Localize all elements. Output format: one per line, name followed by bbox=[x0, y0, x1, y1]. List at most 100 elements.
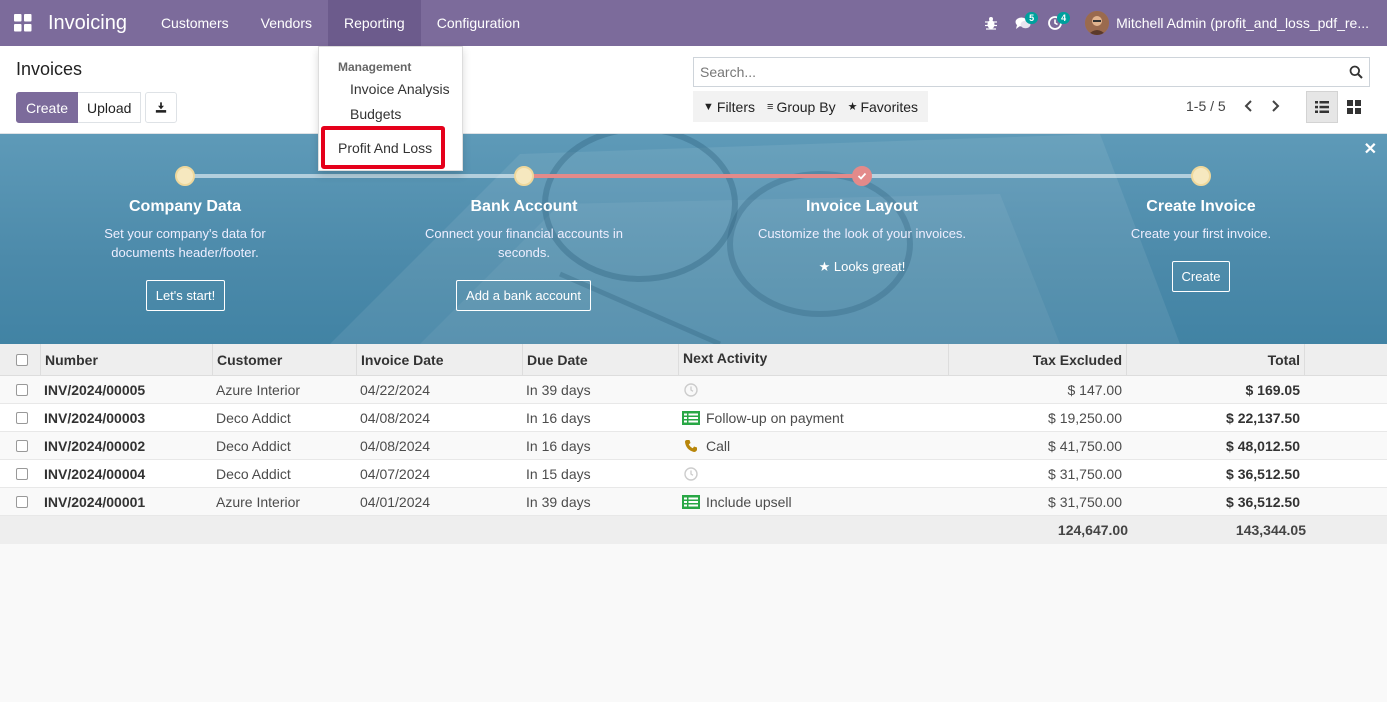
bars-icon: ≡ bbox=[767, 100, 774, 113]
invoice-number[interactable]: INV/2024/00002 bbox=[40, 438, 212, 454]
column-header-next-activity[interactable]: Next Activity bbox=[678, 343, 948, 376]
download-button[interactable] bbox=[145, 92, 178, 123]
table-row[interactable]: INV/2024/00003 Deco Addict 04/08/2024 In 16… bbox=[0, 404, 1387, 432]
total-amount: $ 169.05 bbox=[1245, 381, 1301, 398]
invoice-number[interactable]: INV/2024/00004 bbox=[40, 466, 212, 482]
invoice-date: 04/22/2024 bbox=[360, 381, 431, 398]
search-input[interactable] bbox=[700, 64, 1330, 80]
next-activity[interactable] bbox=[678, 382, 948, 397]
column-header-invoice-date[interactable]: Invoice Date bbox=[356, 343, 522, 376]
table-row[interactable]: INV/2024/00001 Azure Interior 04/01/2024 In… bbox=[0, 488, 1387, 516]
phone-icon[interactable] bbox=[682, 439, 700, 453]
invoice-table: Number Customer Invoice Date Due Date Ne… bbox=[0, 343, 1387, 544]
step-create-invoice: Create Invoice Create your first invoice… bbox=[1081, 198, 1321, 243]
pager-next-button[interactable] bbox=[1262, 93, 1288, 119]
total-amount: $ 36,512.50 bbox=[1226, 465, 1300, 482]
column-header-number[interactable]: Number bbox=[40, 343, 212, 376]
due-date: In 16 days bbox=[526, 409, 591, 426]
column-header-due-date[interactable]: Due Date bbox=[522, 343, 678, 376]
table-body: INV/2024/00005 Azure Interior 04/22/2024 In… bbox=[0, 376, 1387, 516]
nav-vendors[interactable]: Vendors bbox=[245, 0, 328, 46]
lets-start-button[interactable]: Let's start! bbox=[146, 280, 225, 311]
step-title: Create Invoice bbox=[1146, 198, 1256, 215]
control-panel: Invoices Create Upload ▼Filters ≡Group B… bbox=[0, 46, 1387, 134]
select-all-checkbox[interactable] bbox=[0, 353, 40, 366]
nav-configuration[interactable]: Configuration bbox=[421, 0, 536, 46]
debug-bug-icon[interactable] bbox=[975, 0, 1007, 46]
column-header-tax-excluded[interactable]: Tax Excluded bbox=[948, 343, 1126, 376]
apps-menu-icon[interactable] bbox=[0, 0, 46, 46]
step-dot-invoice-layout bbox=[852, 166, 872, 186]
table-row[interactable]: INV/2024/00004 Deco Addict 04/07/2024 In 15… bbox=[0, 460, 1387, 488]
total-tax-excluded: 124,647.00 bbox=[1057, 522, 1128, 538]
step-invoice-layout: Invoice Layout Customize the look of you… bbox=[742, 198, 982, 275]
kanban-view-button[interactable] bbox=[1338, 91, 1370, 123]
view-switcher bbox=[1306, 91, 1370, 123]
checkmark-icon bbox=[857, 172, 867, 180]
due-date: In 39 days bbox=[526, 381, 591, 398]
row-checkbox[interactable] bbox=[0, 467, 40, 480]
column-header-customer[interactable]: Customer bbox=[212, 343, 356, 376]
pager-arrows bbox=[1236, 93, 1288, 119]
upload-button[interactable]: Upload bbox=[78, 92, 142, 123]
search-options: ▼ Filters ≡ Group By ★ Favorites bbox=[693, 91, 929, 122]
nav-reporting[interactable]: Reporting bbox=[328, 0, 421, 46]
messages-icon[interactable]: 5 bbox=[1007, 0, 1039, 46]
invoice-date: 04/08/2024 bbox=[360, 437, 431, 454]
step-dot-company-data bbox=[175, 166, 195, 186]
clock-icon[interactable] bbox=[682, 382, 700, 397]
next-activity[interactable]: Call bbox=[678, 438, 948, 454]
favorites-button[interactable]: ★ Favorites bbox=[842, 91, 924, 122]
table-row[interactable]: INV/2024/00005 Azure Interior 04/22/2024 In… bbox=[0, 376, 1387, 404]
row-checkbox[interactable] bbox=[0, 411, 40, 424]
step-title: Company Data bbox=[128, 198, 242, 215]
app-name[interactable]: Invoicing bbox=[48, 12, 127, 35]
progress-track-1 bbox=[185, 174, 524, 178]
download-icon bbox=[156, 102, 167, 113]
chevron-right-icon bbox=[1272, 100, 1280, 112]
invoice-number[interactable]: INV/2024/00003 bbox=[40, 410, 212, 426]
row-checkbox[interactable] bbox=[0, 495, 40, 508]
progress-track-2 bbox=[524, 174, 862, 178]
search-icon[interactable] bbox=[1349, 65, 1363, 79]
next-activity[interactable] bbox=[678, 466, 948, 481]
groupby-button[interactable]: ≡ Group By bbox=[761, 91, 842, 122]
tax-excluded-amount: $ 41,750.00 bbox=[1048, 437, 1122, 454]
user-menu[interactable]: Mitchell Admin (profit_and_loss_pdf_re..… bbox=[1085, 11, 1369, 35]
filters-label: Filters bbox=[716, 98, 756, 115]
column-header-total[interactable]: Total bbox=[1126, 343, 1304, 376]
add-bank-account-button[interactable]: Add a bank account bbox=[456, 280, 591, 311]
star-icon: ★ bbox=[818, 259, 834, 274]
create-button[interactable]: Create bbox=[16, 92, 79, 123]
pager-previous-button[interactable] bbox=[1236, 93, 1262, 119]
total-amount: $ 22,137.50 bbox=[1226, 409, 1300, 426]
row-checkbox[interactable] bbox=[0, 383, 40, 396]
list-icon[interactable] bbox=[682, 410, 700, 425]
pager-value[interactable]: 1-5 / 5 bbox=[1186, 98, 1226, 114]
close-icon[interactable]: ✕ bbox=[1364, 139, 1377, 159]
menu-item-profit-and-loss[interactable]: Profit And Loss bbox=[321, 126, 445, 169]
next-activity[interactable]: Include upsell bbox=[678, 494, 948, 510]
top-navbar: Invoicing Customers Vendors Reporting Co… bbox=[0, 0, 1387, 46]
list-view-button[interactable] bbox=[1306, 91, 1338, 123]
customer-name: Azure Interior bbox=[216, 493, 301, 510]
menu-item-invoice-analysis[interactable]: Invoice Analysis bbox=[350, 81, 450, 97]
activities-clock-icon[interactable]: 4 bbox=[1039, 0, 1071, 46]
customer-name: Deco Addict bbox=[216, 437, 291, 454]
action-buttons: Create Upload bbox=[16, 92, 178, 123]
list-icon[interactable] bbox=[682, 494, 700, 509]
row-checkbox[interactable] bbox=[0, 439, 40, 452]
step-company-data: Company Data Set your company's data for… bbox=[65, 198, 305, 262]
next-activity[interactable]: Follow-up on payment bbox=[678, 410, 948, 426]
filters-button[interactable]: ▼ Filters bbox=[697, 91, 761, 122]
clock-icon[interactable] bbox=[682, 466, 700, 481]
table-row[interactable]: INV/2024/00002 Deco Addict 04/08/2024 In 16… bbox=[0, 432, 1387, 460]
nav-customers[interactable]: Customers bbox=[145, 0, 245, 46]
groupby-label: Group By bbox=[776, 98, 836, 115]
checkbox-box bbox=[16, 383, 28, 396]
menu-item-budgets[interactable]: Budgets bbox=[350, 106, 401, 122]
create-invoice-button[interactable]: Create bbox=[1172, 261, 1230, 292]
invoice-number[interactable]: INV/2024/00005 bbox=[40, 382, 212, 398]
checkbox-box bbox=[16, 439, 28, 452]
invoice-number[interactable]: INV/2024/00001 bbox=[40, 494, 212, 510]
